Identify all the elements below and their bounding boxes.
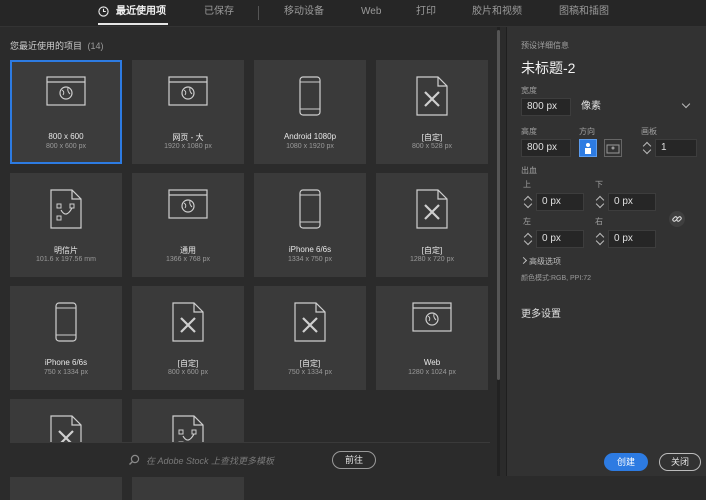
preset-card[interactable]: 通用 1366 x 768 px (132, 173, 244, 277)
preset-card[interactable]: 800 x 600 800 x 600 px (10, 60, 122, 164)
preset-tabs: 最近使用项 已保存 移动设备 Web 打印 胶片和视频 图稿和插图 (0, 0, 706, 27)
preset-card[interactable]: iPhone 6/6s 750 x 1334 px (10, 286, 122, 390)
preset-name: [自定] (299, 359, 321, 368)
preset-size: 750 x 1334 px (44, 369, 88, 376)
height-label: 高度 (521, 127, 537, 136)
tab-recent[interactable]: 最近使用项 (98, 0, 168, 26)
tab-film-video[interactable]: 胶片和视频 (472, 0, 522, 26)
width-label: 宽度 (521, 86, 537, 95)
tab-mobile[interactable]: 移动设备 (284, 0, 324, 26)
preset-card[interactable]: Android 1080p 1080 x 1920 px (254, 60, 366, 164)
preset-size: 750 x 1334 px (288, 369, 332, 376)
preset-size: 1366 x 768 px (166, 256, 210, 263)
preset-size: 800 x 600 px (167, 369, 209, 376)
preset-details-panel: 预设详细信息 未标题-2 宽度 800 px 像素 高度 800 px 方向 画… (506, 27, 706, 476)
create-button[interactable]: 创建 (604, 453, 648, 471)
preset-card[interactable]: [自定] 750 x 1334 px (254, 286, 366, 390)
height-field[interactable]: 800 px (521, 139, 571, 157)
bleed-bottom-stepper[interactable] (595, 193, 605, 211)
preset-name: 800 x 600 (48, 132, 84, 141)
bleed-label: 出血 (521, 166, 537, 175)
recent-count: (14) (87, 41, 104, 51)
preset-size: 1280 x 1024 px (408, 369, 456, 376)
recent-title-text: 您最近使用的项目 (10, 41, 83, 51)
bleed-right-label: 右 (595, 217, 603, 226)
preset-name: iPhone 6/6s (288, 245, 332, 254)
bleed-right-stepper[interactable] (595, 230, 605, 248)
preset-size: 1334 x 750 px (288, 256, 332, 263)
portrait-orientation-button[interactable] (579, 139, 597, 157)
portrait-icon (585, 143, 591, 154)
bleed-right-field[interactable]: 0 px (608, 230, 656, 248)
preset-card[interactable]: 明信片 101.6 x 197.56 mm (10, 173, 122, 277)
close-button[interactable]: 关闭 (659, 453, 701, 471)
preset-size: 800 x 600 px (45, 143, 87, 150)
bleed-left-label: 左 (523, 217, 531, 226)
bleed-top-stepper[interactable] (523, 193, 533, 211)
preset-name: 通用 (180, 246, 196, 255)
go-button[interactable]: 前往 (332, 451, 376, 469)
orientation-label: 方向 (579, 127, 595, 136)
scrollbar-thumb[interactable] (497, 30, 500, 380)
landscape-orientation-button[interactable] (604, 139, 622, 157)
preset-name: [自定] (177, 359, 199, 368)
bleed-left-stepper[interactable] (523, 230, 533, 248)
preset-name: Android 1080p (283, 132, 337, 141)
preset-name: 明信片 (54, 246, 78, 255)
bleed-top-label: 上 (523, 180, 531, 189)
preset-grid: 800 x 600 800 x 600 px 网页 - 大 1920 x 1080 p… (0, 60, 500, 500)
landscape-icon (606, 144, 620, 154)
preset-size: 1080 x 1920 px (286, 143, 334, 150)
preset-name: iPhone 6/6s (44, 358, 88, 367)
link-icon[interactable] (669, 211, 685, 227)
more-settings-button[interactable]: 更多设置 (521, 305, 561, 320)
bleed-top-field[interactable]: 0 px (536, 193, 584, 211)
preset-card[interactable]: [自定] 800 x 600 px (132, 286, 244, 390)
artboards-label: 画板 (641, 127, 657, 136)
preset-size: 1280 x 720 px (410, 256, 454, 263)
artboards-stepper[interactable] (642, 139, 652, 157)
bleed-bottom-field[interactable]: 0 px (608, 193, 656, 211)
panel-header: 预设详细信息 (521, 41, 569, 50)
preset-size: 101.6 x 197.56 mm (36, 256, 96, 263)
tab-print[interactable]: 打印 (416, 0, 436, 26)
preset-name: [自定] (421, 133, 443, 142)
recent-title: 您最近使用的项目 (14) (10, 39, 104, 52)
preset-card[interactable]: [自定] 1280 x 720 px (376, 173, 488, 277)
clock-icon (98, 6, 109, 17)
preset-card[interactable]: [自定] 800 x 528 px (376, 60, 488, 164)
preset-size: 1920 x 1080 px (164, 143, 212, 150)
stock-search-bar: 在 Adobe Stock 上查找更多模板 前往 (10, 442, 490, 477)
search-icon (129, 454, 140, 465)
advanced-options-toggle[interactable]: 高级选项 (529, 256, 561, 267)
recent-presets-area: 您最近使用的项目 (14) 800 x 600 800 x 600 px 网页 - … (0, 27, 500, 500)
preset-size: 800 x 528 px (411, 143, 453, 150)
tab-saved[interactable]: 已保存 (204, 0, 234, 26)
tab-divider (258, 6, 259, 20)
unit-select[interactable]: 像素 (581, 98, 697, 116)
preset-card[interactable]: 网页 - 大 1920 x 1080 px (132, 60, 244, 164)
document-title[interactable]: 未标题-2 (521, 58, 575, 78)
preset-name: Web (423, 358, 441, 367)
bleed-bottom-label: 下 (595, 180, 603, 189)
preset-name: 网页 - 大 (172, 133, 204, 142)
preset-name: [自定] (421, 246, 443, 255)
color-mode-info: 颜色模式:RGB, PPI:72 (521, 275, 592, 282)
width-field[interactable]: 800 px (521, 98, 571, 116)
preset-card[interactable]: iPhone 6/6s 1334 x 750 px (254, 173, 366, 277)
tab-web[interactable]: Web (361, 0, 381, 26)
preset-card[interactable]: Web 1280 x 1024 px (376, 286, 488, 390)
stock-search-input[interactable]: 在 Adobe Stock 上查找更多模板 (146, 454, 274, 467)
artboards-field[interactable]: 1 (655, 139, 697, 157)
chevron-right-icon[interactable] (519, 256, 528, 265)
bleed-left-field[interactable]: 0 px (536, 230, 584, 248)
tab-art-illustration[interactable]: 图稿和插图 (559, 0, 609, 26)
